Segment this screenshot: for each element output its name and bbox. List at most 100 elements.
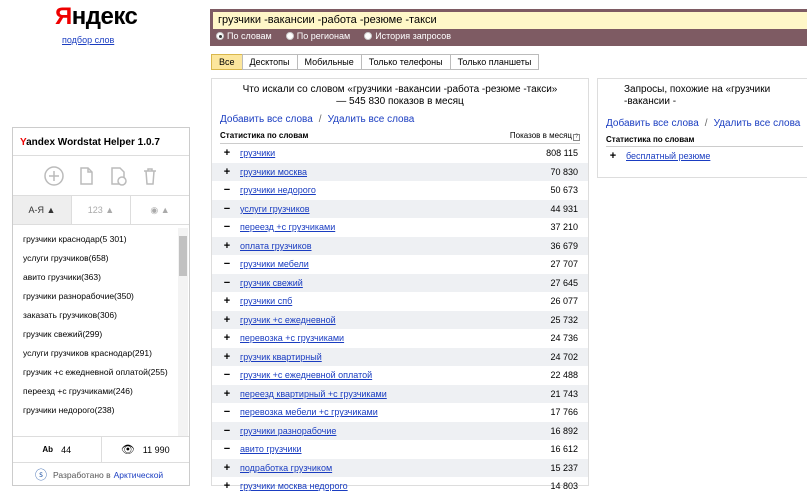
- query-count: 14 803: [550, 481, 578, 492]
- query-link[interactable]: грузчик +с ежедневной: [240, 315, 336, 325]
- remove-word-icon[interactable]: −: [222, 221, 232, 233]
- add-word-icon[interactable]: +: [222, 314, 232, 326]
- wordstat-subtitle-link[interactable]: подбор слов: [62, 35, 114, 45]
- query-link[interactable]: переезд квартирный +с грузчиками: [240, 389, 387, 399]
- helper-list-item[interactable]: грузчик свежий(299): [13, 329, 173, 340]
- helper-list-item[interactable]: услуги грузчиков(658): [13, 253, 173, 264]
- table-row: + грузчики спб 26 077: [212, 292, 588, 311]
- query-link[interactable]: грузчик квартирный: [240, 352, 322, 362]
- query-link[interactable]: грузчик +с ежедневной оплатой: [240, 370, 372, 380]
- query-link[interactable]: грузчики недорого: [240, 185, 316, 195]
- results-table: + грузчики 808 115 + грузчики москва 70 830− г…: [212, 144, 588, 496]
- search-area: грузчики -вакансии -работа -резюме -такс…: [210, 9, 807, 46]
- tab-device[interactable]: Только планшеты: [449, 54, 540, 70]
- row-left: + грузчики москва: [222, 166, 307, 178]
- query-link[interactable]: грузчики разнорабочие: [240, 426, 336, 436]
- search-mode-option[interactable]: История запросов: [364, 31, 451, 41]
- query-count: 15 237: [550, 462, 578, 473]
- row-left: − авито грузчики: [222, 443, 302, 455]
- remove-word-icon[interactable]: −: [222, 425, 232, 437]
- search-input[interactable]: грузчики -вакансии -работа -резюме -такс…: [213, 12, 807, 29]
- helper-list-item[interactable]: грузчики разнорабочие(350): [13, 291, 173, 302]
- row-left: − грузчики недорого: [222, 184, 316, 196]
- add-word-icon[interactable]: +: [222, 240, 232, 252]
- help-icon[interactable]: ?: [573, 134, 580, 141]
- query-link[interactable]: грузчики спб: [240, 296, 292, 306]
- add-word-icon[interactable]: +: [222, 332, 232, 344]
- add-word-icon[interactable]: +: [222, 147, 232, 159]
- query-link[interactable]: грузчик свежий: [240, 278, 303, 288]
- row-left: − переезд +с грузчиками: [222, 221, 335, 233]
- copy-icon[interactable]: [75, 165, 97, 187]
- table-row: − авито грузчики 16 612: [212, 440, 588, 459]
- remove-word-icon[interactable]: −: [222, 443, 232, 455]
- add-circle-icon[interactable]: [43, 165, 65, 187]
- remove-word-icon[interactable]: −: [222, 258, 232, 270]
- similar-table-header: Статистика по словам: [606, 135, 803, 147]
- search-mode-radios: По словам По регионам История запросов: [216, 31, 451, 41]
- sort-option[interactable]: А-Я ▲: [13, 196, 72, 224]
- helper-list-item[interactable]: грузчик +с ежедневной оплатой(255): [13, 367, 173, 378]
- add-all-words-link[interactable]: Добавить все слова: [220, 114, 313, 125]
- add-word-icon[interactable]: +: [222, 462, 232, 474]
- tab-device[interactable]: Только телефоны: [360, 54, 451, 70]
- tab-device[interactable]: Десктопы: [241, 54, 298, 70]
- row-left: − грузчики мебели: [222, 258, 309, 270]
- add-word-icon[interactable]: +: [222, 295, 232, 307]
- query-link[interactable]: грузчики москва недорого: [240, 481, 348, 491]
- remove-all-words-link[interactable]: Удалить все слова: [328, 114, 415, 125]
- query-link[interactable]: переезд +с грузчиками: [240, 222, 335, 232]
- query-link[interactable]: бесплатный резюме: [626, 151, 710, 161]
- helper-list-item[interactable]: грузчики недорого(238): [13, 405, 173, 416]
- query-link[interactable]: перевозка +с грузчиками: [240, 333, 344, 343]
- add-word-icon[interactable]: +: [222, 388, 232, 400]
- remove-word-icon[interactable]: −: [222, 203, 232, 215]
- helper-list-item[interactable]: грузчики краснодар(5 301): [13, 234, 173, 245]
- helper-list-item[interactable]: переезд +с грузчиками(246): [13, 386, 173, 397]
- helper-word-list: грузчики краснодар(5 301) услуги грузчико…: [13, 227, 189, 437]
- query-link[interactable]: услуги грузчиков: [240, 204, 310, 214]
- trash-icon[interactable]: [139, 165, 161, 187]
- yandex-logo[interactable]: Яндекс: [55, 3, 138, 31]
- remove-word-icon[interactable]: −: [222, 277, 232, 289]
- results-title: Что искали со словом «грузчики -вакансии…: [242, 84, 558, 107]
- copy-counts-icon[interactable]: [107, 165, 129, 187]
- query-link[interactable]: перевозка мебели +с грузчиками: [240, 407, 378, 417]
- remove-word-icon[interactable]: −: [222, 406, 232, 418]
- tab-device[interactable]: Мобильные: [296, 54, 362, 70]
- query-link[interactable]: авито грузчики: [240, 444, 302, 454]
- tab-device[interactable]: Все: [211, 54, 243, 70]
- sort-option[interactable]: 123 ▲: [72, 196, 131, 224]
- query-link[interactable]: грузчики москва: [240, 167, 307, 177]
- remove-word-icon[interactable]: −: [222, 184, 232, 196]
- query-count: 70 830: [550, 166, 578, 177]
- add-word-icon[interactable]: +: [222, 480, 232, 492]
- query-link[interactable]: грузчики: [240, 148, 275, 158]
- search-mode-option[interactable]: По словам: [216, 31, 272, 41]
- query-count: 16 612: [550, 444, 578, 455]
- table-row: + грузчики москва 70 830: [212, 162, 588, 181]
- query-count: 22 488: [550, 370, 578, 381]
- similar-add-all-link[interactable]: Добавить все слова: [606, 118, 699, 129]
- helper-scroll-thumb[interactable]: [179, 236, 187, 276]
- helper-list-item[interactable]: заказать грузчиков(306): [13, 310, 173, 321]
- query-link[interactable]: оплата грузчиков: [240, 241, 312, 251]
- table-row: − перевозка мебели +с грузчиками 17 766: [212, 403, 588, 422]
- helper-list-item[interactable]: авито грузчики(363): [13, 272, 173, 283]
- main-results-panel: Что искали со словом «грузчики -вакансии…: [211, 78, 589, 492]
- row-left: + подработка грузчиком: [222, 462, 332, 474]
- search-mode-option[interactable]: По регионам: [285, 31, 350, 41]
- query-link[interactable]: подработка грузчиком: [240, 463, 332, 473]
- query-count: 36 679: [550, 240, 578, 251]
- add-word-icon[interactable]: +: [222, 351, 232, 363]
- remove-word-icon[interactable]: −: [222, 369, 232, 381]
- arctic-link[interactable]: Арктической: [114, 470, 164, 480]
- table-row: + оплата грузчиков 36 679: [212, 236, 588, 255]
- similar-remove-all-link[interactable]: Удалить все слова: [714, 118, 801, 129]
- sort-option[interactable]: ◉ ▲: [131, 196, 189, 224]
- query-link[interactable]: грузчики мебели: [240, 259, 309, 269]
- row-left: + грузчик +с ежедневной: [222, 314, 336, 326]
- add-word-icon[interactable]: +: [222, 166, 232, 178]
- add-word-icon[interactable]: +: [608, 150, 618, 162]
- helper-list-item[interactable]: услуги грузчиков краснодар(291): [13, 348, 173, 359]
